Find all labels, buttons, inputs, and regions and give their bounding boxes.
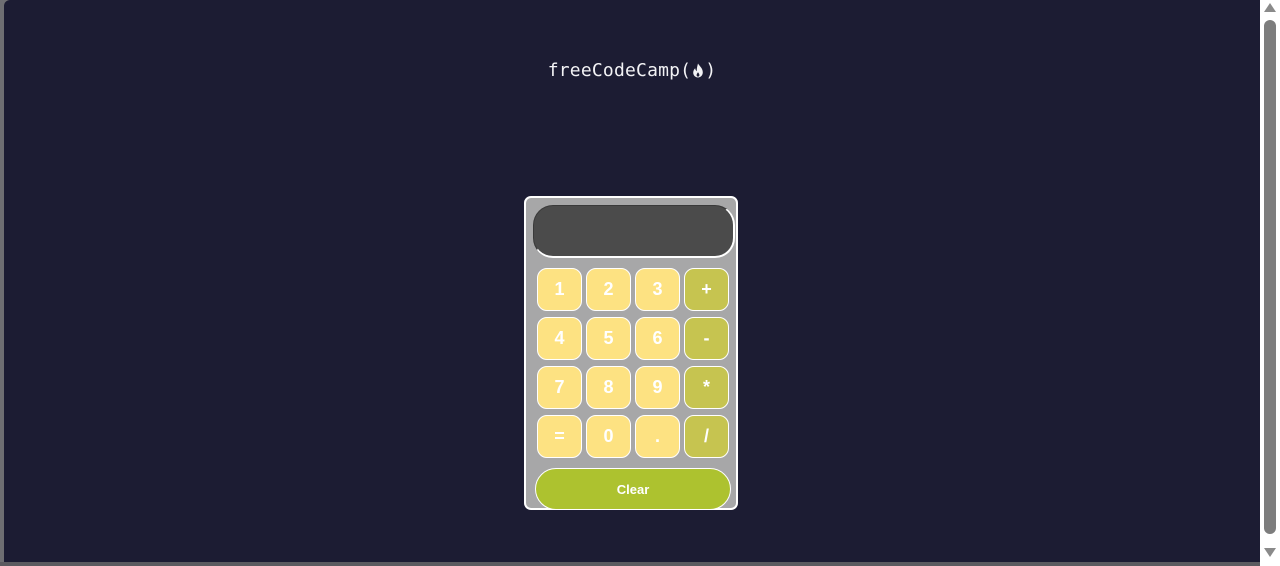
page-viewport: freeCodeCamp() 1 2 3 + 4 5 6 - 7 8 9 * =… — [4, 0, 1260, 562]
key-subtract[interactable]: - — [684, 317, 729, 360]
key-divide[interactable]: / — [684, 415, 729, 458]
key-7[interactable]: 7 — [537, 366, 582, 409]
key-6[interactable]: 6 — [635, 317, 680, 360]
key-5[interactable]: 5 — [586, 317, 631, 360]
key-8[interactable]: 8 — [586, 366, 631, 409]
freecodecamp-logo[interactable]: freeCodeCamp() — [4, 60, 1260, 83]
key-3[interactable]: 3 — [635, 268, 680, 311]
logo-text-right: ) — [705, 60, 717, 81]
key-add[interactable]: + — [684, 268, 729, 311]
window-bottom-edge — [0, 562, 1260, 566]
calculator: 1 2 3 + 4 5 6 - 7 8 9 * = 0 . / Clear — [524, 196, 738, 510]
scrollbar-thumb[interactable] — [1264, 20, 1276, 534]
clear-button[interactable]: Clear — [535, 468, 731, 510]
key-equals[interactable]: = — [537, 415, 582, 458]
key-multiply[interactable]: * — [684, 366, 729, 409]
key-1[interactable]: 1 — [537, 268, 582, 311]
key-9[interactable]: 9 — [635, 366, 680, 409]
scroll-down-arrow-icon[interactable] — [1264, 548, 1276, 557]
keypad: 1 2 3 + 4 5 6 - 7 8 9 * = 0 . / — [537, 268, 731, 458]
key-2[interactable]: 2 — [586, 268, 631, 311]
scroll-up-arrow-icon[interactable] — [1264, 3, 1276, 12]
key-decimal[interactable]: . — [635, 415, 680, 458]
vertical-scrollbar[interactable] — [1260, 0, 1280, 566]
calculator-display[interactable] — [533, 205, 735, 258]
key-4[interactable]: 4 — [537, 317, 582, 360]
flame-icon — [692, 62, 704, 83]
key-0[interactable]: 0 — [586, 415, 631, 458]
logo-text-left: freeCodeCamp( — [547, 60, 692, 81]
